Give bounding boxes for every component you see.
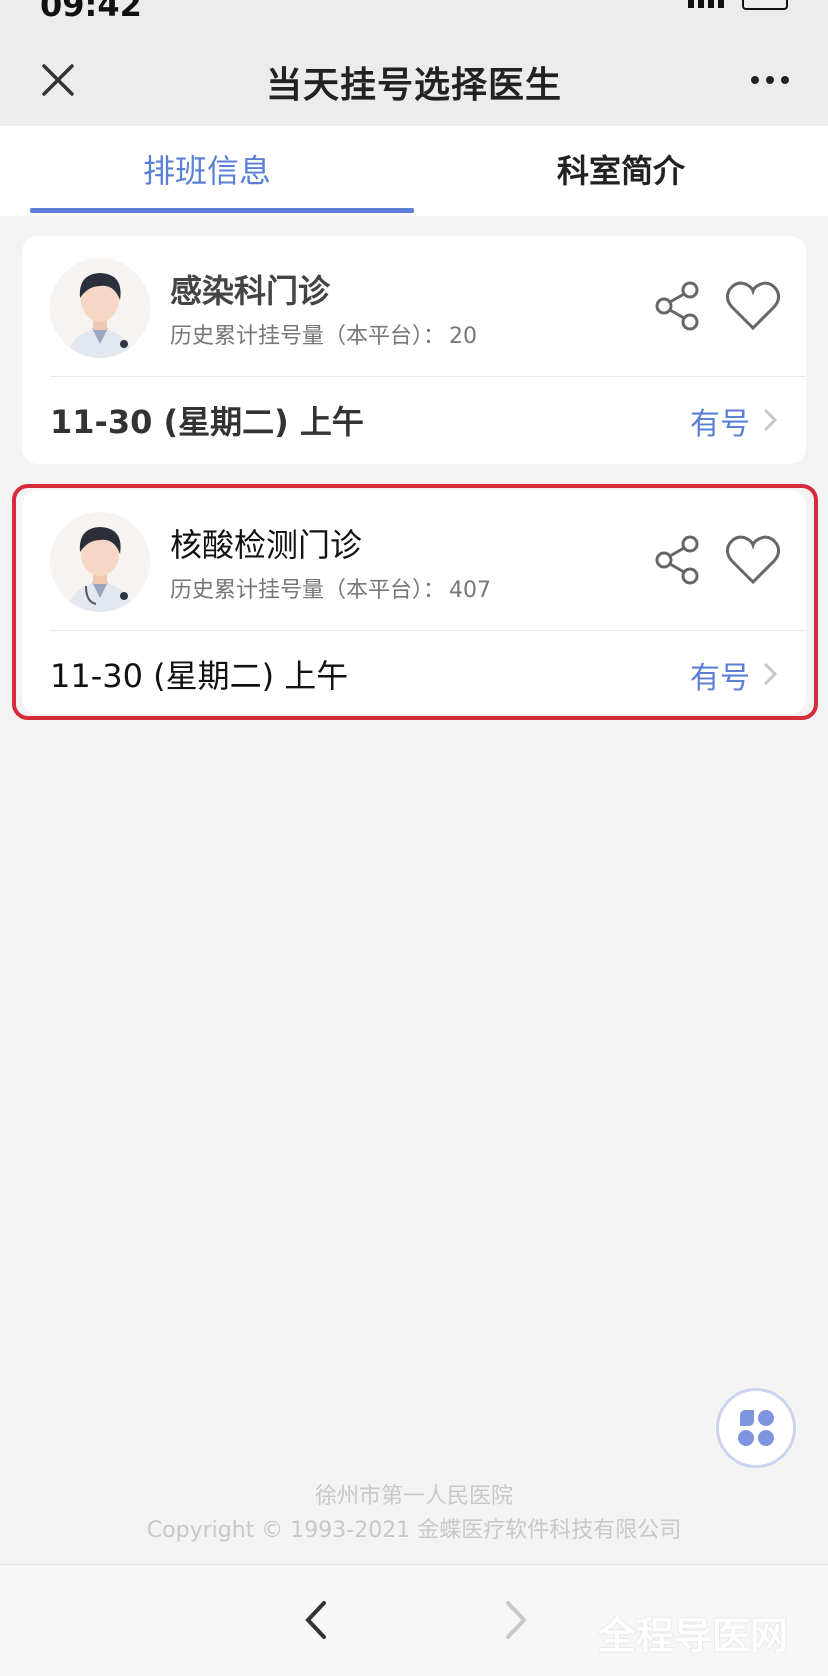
doctor-avatar-icon: [50, 258, 150, 358]
more-dot-icon: [766, 76, 774, 84]
tab-bar: 排班信息 科室简介: [0, 126, 828, 216]
footer-copyright: Copyright © 1993-2021 金蝶医疗软件科技有限公司: [146, 1518, 682, 1543]
history-count: 20: [449, 324, 478, 349]
page-title: 当天挂号选择医生: [265, 65, 562, 106]
more-button[interactable]: [740, 52, 800, 108]
tab-schedule[interactable]: 排班信息: [0, 126, 414, 216]
doctor-avatar: [50, 258, 150, 358]
history-label: 历史累计挂号量（本平台）：: [170, 324, 446, 349]
battery-icon: [742, 0, 788, 10]
chevron-right-icon: [763, 408, 778, 432]
slot-date: 11-30 (星期二) 上午: [50, 403, 364, 441]
favorite-button[interactable]: [722, 276, 784, 334]
chevron-right-icon: [506, 1601, 527, 1639]
share-button[interactable]: [650, 278, 706, 334]
more-dot-icon: [781, 76, 789, 84]
footer-hospital-name: 徐州市第一人民医院: [314, 1484, 513, 1509]
apps-icon: [738, 1410, 774, 1446]
status-indicators: [668, 0, 788, 12]
highlight-outline: [12, 484, 818, 720]
back-button[interactable]: [296, 1595, 336, 1645]
history-count-text: 历史累计挂号量（本平台）： 20: [170, 318, 477, 350]
floating-menu-button[interactable]: [716, 1388, 796, 1468]
watermark: 全程导医网: [598, 1614, 789, 1658]
browser-bottom-bar: 全程导医网: [0, 1564, 828, 1676]
more-dot-icon: [751, 76, 759, 84]
signal-icon: [688, 0, 726, 8]
nav-bar: 当天挂号选择医生: [0, 26, 828, 126]
department-name: 感染科门诊: [170, 272, 331, 310]
schedule-slot-row[interactable]: 11-30 (星期二) 上午 有号: [22, 377, 806, 461]
status-time: 09:42: [40, 0, 142, 24]
status-bar: 09:42: [0, 0, 828, 26]
active-tab-indicator: [30, 208, 414, 213]
chevron-left-icon: [305, 1601, 326, 1639]
forward-button[interactable]: [496, 1595, 536, 1645]
slot-availability: 有号: [690, 407, 750, 442]
department-card: 感染科门诊 历史累计挂号量（本平台）： 20 11-30 (星期二) 上午 有号: [22, 236, 806, 464]
tab-department-intro[interactable]: 科室简介: [414, 126, 828, 216]
share-icon: [655, 281, 699, 331]
heart-icon: [725, 281, 781, 331]
